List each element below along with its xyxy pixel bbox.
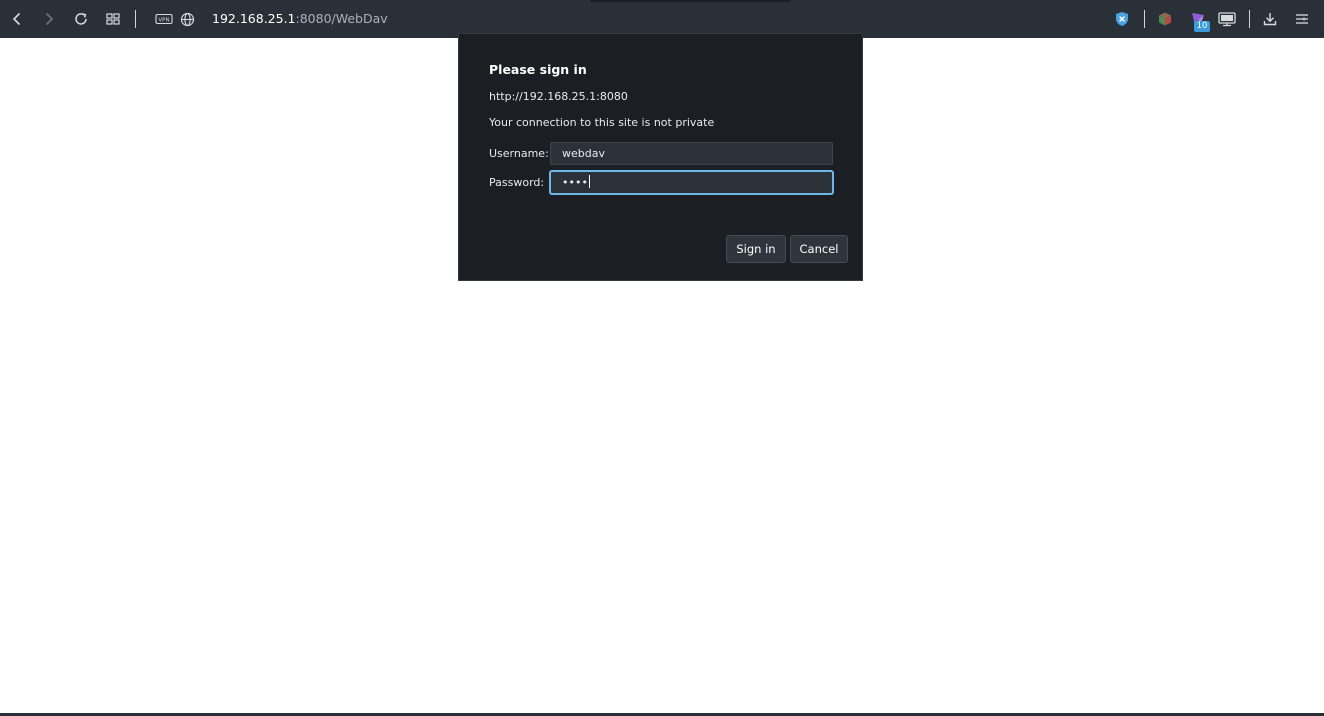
dialog-title: Please sign in bbox=[489, 62, 587, 77]
grid-icon bbox=[106, 13, 120, 25]
monitor-icon bbox=[1218, 11, 1236, 26]
site-info-button[interactable] bbox=[175, 7, 199, 31]
globe-icon bbox=[180, 12, 194, 26]
username-field[interactable]: webdav bbox=[550, 142, 833, 165]
sign-in-button[interactable]: Sign in bbox=[726, 235, 786, 263]
toolbar-divider bbox=[135, 10, 136, 28]
vpn-icon: VPN bbox=[155, 13, 173, 25]
extension-button[interactable] bbox=[1153, 7, 1177, 31]
connection-warning: Your connection to this site is not priv… bbox=[489, 116, 715, 129]
dialog-origin: http://192.168.25.1:8080 bbox=[489, 90, 628, 103]
svg-text:VPN: VPN bbox=[158, 18, 169, 24]
password-value: •••• bbox=[562, 176, 588, 189]
vpn-button[interactable]: VPN bbox=[152, 7, 176, 31]
back-button[interactable] bbox=[5, 7, 29, 31]
url-host: 192.168.25.1 bbox=[212, 11, 296, 26]
chevron-left-icon bbox=[12, 12, 21, 26]
password-field[interactable]: •••• bbox=[550, 171, 833, 194]
download-icon bbox=[1263, 13, 1277, 26]
extension-badge: 10 bbox=[1194, 21, 1210, 32]
menu-button[interactable] bbox=[1290, 7, 1314, 31]
menu-icon bbox=[1296, 14, 1308, 24]
tabs-button[interactable] bbox=[101, 7, 125, 31]
sign-in-dialog: Please sign in http://192.168.25.1:8080 … bbox=[458, 33, 863, 281]
address-bar[interactable]: 192.168.25.1:8080/WebDav bbox=[212, 10, 388, 28]
username-label: Username: bbox=[489, 147, 549, 160]
username-value: webdav bbox=[562, 147, 605, 160]
tab-indicator bbox=[590, 0, 790, 2]
chevron-right-icon bbox=[45, 12, 54, 26]
forward-button[interactable] bbox=[37, 7, 61, 31]
reload-icon bbox=[75, 13, 87, 25]
cube-icon bbox=[1159, 12, 1171, 26]
extension-button[interactable] bbox=[1215, 7, 1239, 31]
shield-icon bbox=[1116, 12, 1128, 26]
cancel-button[interactable]: Cancel bbox=[790, 235, 848, 263]
reload-button[interactable] bbox=[69, 7, 93, 31]
toolbar-divider bbox=[1144, 10, 1145, 28]
toolbar-divider bbox=[1249, 10, 1250, 28]
downloads-button[interactable] bbox=[1258, 7, 1282, 31]
text-caret bbox=[588, 175, 590, 188]
url-path: :8080/WebDav bbox=[295, 11, 388, 26]
shield-button[interactable] bbox=[1110, 7, 1134, 31]
password-label: Password: bbox=[489, 176, 545, 189]
